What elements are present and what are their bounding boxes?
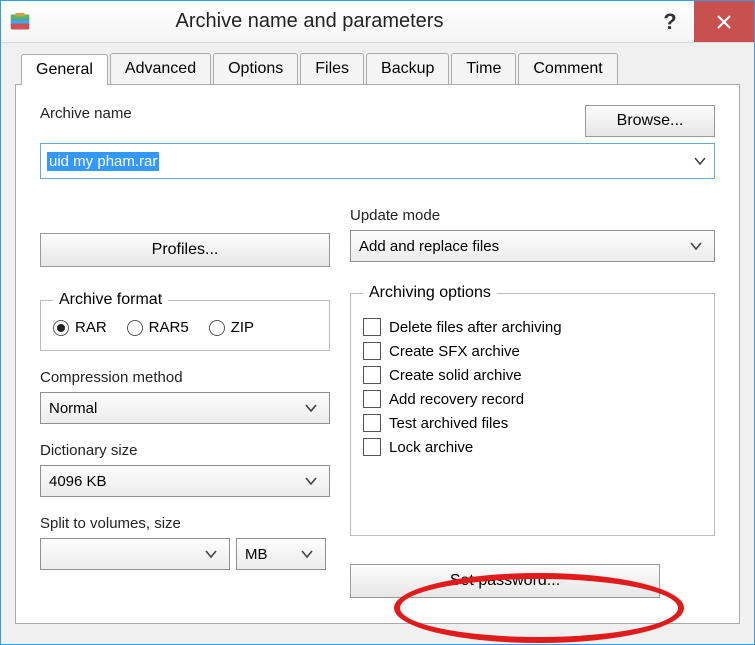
tab-files[interactable]: Files	[300, 53, 364, 84]
checkbox-icon	[363, 342, 381, 360]
dictionary-label: Dictionary size	[40, 442, 330, 459]
radio-zip[interactable]: ZIP	[209, 319, 254, 336]
window-title: Archive name and parameters	[43, 10, 646, 33]
chevron-down-icon	[201, 548, 221, 560]
radio-rar[interactable]: RAR	[53, 319, 107, 336]
radio-dot-icon	[209, 320, 225, 336]
check-test[interactable]: Test archived files	[363, 414, 702, 432]
radio-rar-label: RAR	[75, 319, 107, 336]
check-sfx[interactable]: Create SFX archive	[363, 342, 702, 360]
chevron-down-icon	[297, 548, 317, 560]
split-unit-value: MB	[245, 546, 268, 563]
checkbox-icon	[363, 390, 381, 408]
chevron-down-icon	[686, 240, 706, 252]
close-button[interactable]	[694, 1, 754, 42]
check-lock-label: Lock archive	[389, 439, 473, 456]
check-solid[interactable]: Create solid archive	[363, 366, 702, 384]
split-size-combo[interactable]	[40, 538, 230, 570]
help-button[interactable]: ?	[646, 1, 694, 42]
archiving-options-group: Archiving options Delete files after arc…	[350, 284, 715, 536]
checkbox-icon	[363, 318, 381, 336]
update-mode-label: Update mode	[350, 207, 715, 224]
tab-options[interactable]: Options	[213, 53, 298, 84]
profiles-button[interactable]: Profiles...	[40, 233, 330, 267]
title-controls: ?	[646, 1, 754, 42]
set-password-button[interactable]: Set password...	[350, 564, 660, 598]
chevron-down-icon	[301, 402, 321, 414]
archive-name-input[interactable]: uid my pham.rar	[41, 153, 686, 170]
tab-general[interactable]: General	[21, 54, 108, 85]
checkbox-icon	[363, 438, 381, 456]
check-delete-files-label: Delete files after archiving	[389, 319, 562, 336]
split-unit-combo[interactable]: MB	[236, 538, 326, 570]
tab-backup[interactable]: Backup	[366, 53, 449, 84]
compression-value: Normal	[49, 400, 97, 417]
chevron-down-icon[interactable]	[686, 155, 714, 167]
winrar-icon	[9, 11, 31, 33]
archive-name-value: uid my pham.rar	[47, 152, 159, 171]
update-mode-select[interactable]: Add and replace files	[350, 230, 715, 262]
archive-format-group: Archive format RAR RAR5	[40, 291, 330, 351]
check-lock[interactable]: Lock archive	[363, 438, 702, 456]
tab-time[interactable]: Time	[451, 53, 516, 84]
chevron-down-icon	[301, 475, 321, 487]
archiving-options-label: Archiving options	[363, 284, 497, 302]
archive-format-label: Archive format	[53, 291, 168, 309]
compression-label: Compression method	[40, 369, 330, 386]
update-mode-value: Add and replace files	[359, 238, 499, 255]
check-test-label: Test archived files	[389, 415, 508, 432]
close-icon	[716, 14, 732, 30]
archive-name-label: Archive name	[40, 105, 569, 122]
check-recovery[interactable]: Add recovery record	[363, 390, 702, 408]
split-label: Split to volumes, size	[40, 515, 330, 532]
radio-dot-icon	[53, 320, 69, 336]
checkbox-icon	[363, 414, 381, 432]
client-area: General Advanced Options Files Backup Ti…	[1, 43, 754, 644]
radio-rar5-label: RAR5	[149, 319, 189, 336]
check-sfx-label: Create SFX archive	[389, 343, 520, 360]
check-recovery-label: Add recovery record	[389, 391, 524, 408]
dictionary-select[interactable]: 4096 KB	[40, 465, 330, 497]
tabpage-general: Archive name Browse... uid my pham.rar P…	[15, 84, 740, 624]
left-column: Profiles... Archive format RAR RAR5	[40, 207, 330, 598]
compression-select[interactable]: Normal	[40, 392, 330, 424]
radio-zip-label: ZIP	[231, 319, 254, 336]
tab-advanced[interactable]: Advanced	[110, 53, 211, 84]
check-delete-files[interactable]: Delete files after archiving	[363, 318, 702, 336]
radio-rar5[interactable]: RAR5	[127, 319, 189, 336]
right-column: Update mode Add and replace files Archiv…	[350, 207, 715, 598]
browse-button[interactable]: Browse...	[585, 105, 715, 137]
titlebar: Archive name and parameters ?	[1, 1, 754, 43]
dictionary-value: 4096 KB	[49, 473, 107, 490]
tabstrip: General Advanced Options Files Backup Ti…	[21, 53, 740, 84]
tab-comment[interactable]: Comment	[518, 53, 617, 84]
dialog-window: Archive name and parameters ? General Ad…	[0, 0, 755, 645]
checkbox-icon	[363, 366, 381, 384]
check-solid-label: Create solid archive	[389, 367, 522, 384]
archive-name-combo[interactable]: uid my pham.rar	[40, 143, 715, 179]
radio-dot-icon	[127, 320, 143, 336]
